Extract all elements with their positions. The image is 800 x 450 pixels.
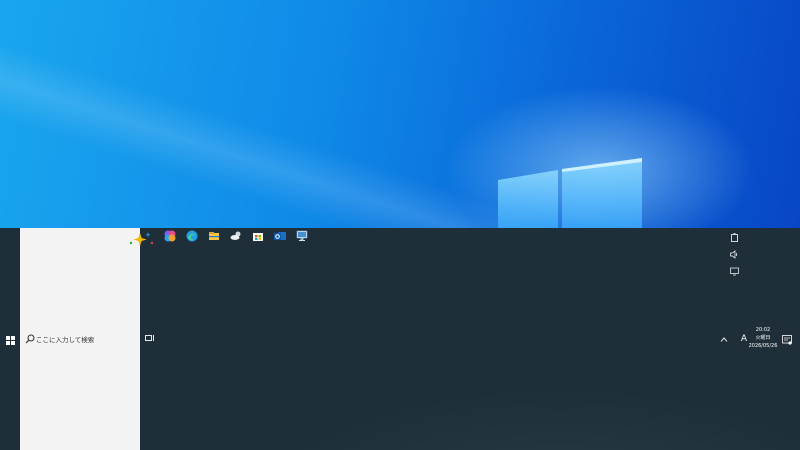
notification-center-button[interactable] bbox=[780, 333, 794, 347]
clock-day: 火曜日 bbox=[755, 335, 771, 341]
battery-plug-icon[interactable] bbox=[728, 231, 740, 243]
windows-logo-wallpaper bbox=[498, 158, 642, 228]
tray-status-icons bbox=[728, 231, 742, 282]
weather-icon[interactable] bbox=[229, 229, 243, 243]
clock-date: 2026/05/26 bbox=[748, 343, 778, 349]
show-hidden-icons-button[interactable] bbox=[718, 333, 730, 345]
pinned-apps bbox=[163, 229, 309, 245]
outlook-icon[interactable] bbox=[273, 229, 287, 243]
store-icon[interactable] bbox=[251, 229, 265, 243]
chevron-up-icon bbox=[720, 336, 728, 342]
volume-icon[interactable] bbox=[728, 248, 740, 260]
start-button[interactable] bbox=[0, 330, 20, 350]
file-explorer-icon[interactable] bbox=[207, 229, 221, 243]
task-view-button[interactable] bbox=[144, 332, 156, 344]
task-view-icon bbox=[145, 335, 154, 341]
notification-icon bbox=[782, 335, 792, 345]
desktop-wallpaper bbox=[0, 0, 800, 228]
monitor-network-icon[interactable] bbox=[728, 265, 740, 277]
search-placeholder: ここに入力して検索 bbox=[36, 336, 95, 344]
clock-time: 20:02 bbox=[755, 327, 771, 333]
search-box[interactable]: ここに入力して検索 bbox=[20, 228, 154, 450]
windows-start-icon bbox=[5, 335, 15, 345]
search-icon bbox=[25, 334, 35, 344]
sparkle-icon bbox=[129, 232, 154, 246]
edge-icon[interactable] bbox=[185, 229, 199, 243]
taskbar-clock[interactable]: 20:02 火曜日 2026/05/26 bbox=[748, 326, 778, 350]
copilot-icon[interactable] bbox=[163, 229, 177, 243]
ime-mode-label: A bbox=[740, 334, 748, 344]
network-icon[interactable] bbox=[295, 229, 309, 243]
